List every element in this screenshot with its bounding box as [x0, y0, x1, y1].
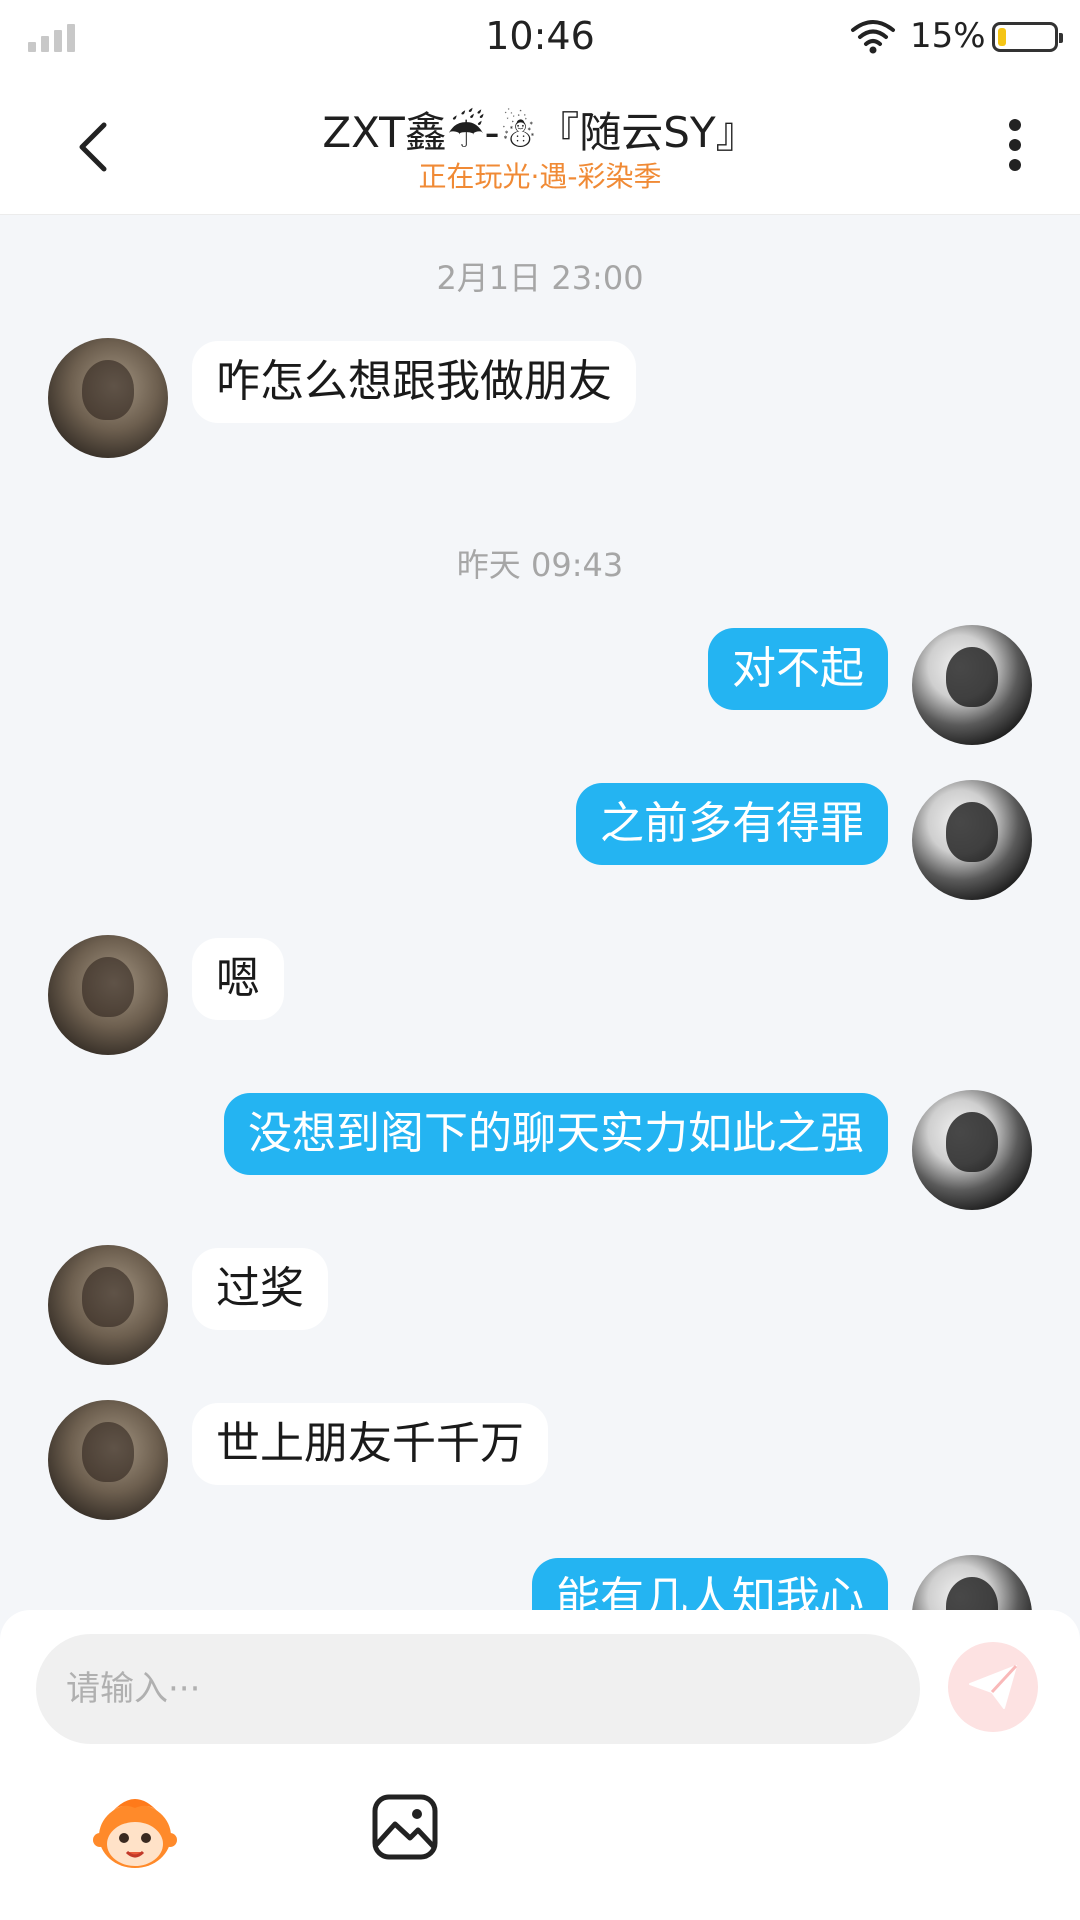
outgoing-message[interactable]: 对不起 [708, 628, 888, 710]
battery-level [998, 28, 1006, 46]
contact-avatar[interactable] [48, 935, 168, 1055]
message-list[interactable]: 2月1日 23:00 咋怎么想跟我做朋友 昨天 09:43 对不起 之前多有得罪… [0, 215, 1080, 1610]
my-avatar[interactable] [912, 1555, 1032, 1610]
incoming-message[interactable]: 世上朋友千千万 [192, 1403, 548, 1485]
message-timestamp: 2月1日 23:00 [436, 259, 644, 297]
status-bar: 10:46 15% [0, 0, 1080, 75]
incoming-message[interactable]: 嗯 [192, 938, 284, 1020]
incoming-message[interactable]: 咋怎么想跟我做朋友 [192, 341, 636, 423]
outgoing-message[interactable]: 能有几人知我心 [532, 1558, 888, 1610]
composer: 请输入··· [0, 1610, 1080, 1920]
message-timestamp: 昨天 09:43 [456, 546, 624, 584]
my-avatar[interactable] [912, 625, 1032, 745]
send-button[interactable] [948, 1642, 1038, 1732]
battery-percent: 15% [910, 16, 986, 56]
incoming-message[interactable]: 过奖 [192, 1248, 328, 1330]
my-avatar[interactable] [912, 780, 1032, 900]
battery-icon [992, 22, 1063, 52]
chat-header: ZXT鑫☔-☃『随云SY』 正在玩光·遇-彩染季 [0, 75, 1080, 215]
more-icon[interactable] [1000, 115, 1030, 175]
contact-status: 正在玩光·遇-彩染季 [418, 160, 662, 193]
emoji-icon[interactable] [92, 1788, 178, 1874]
outgoing-message[interactable]: 之前多有得罪 [576, 783, 888, 865]
wifi-icon [851, 20, 895, 54]
outgoing-message[interactable]: 没想到阁下的聊天实力如此之强 [224, 1093, 888, 1175]
image-icon[interactable] [370, 1792, 440, 1862]
back-arrow-icon[interactable] [70, 117, 118, 177]
contact-avatar[interactable] [48, 338, 168, 458]
send-icon [969, 1664, 1018, 1709]
my-avatar[interactable] [912, 1090, 1032, 1210]
contact-avatar[interactable] [48, 1245, 168, 1365]
message-input[interactable]: 请输入··· [36, 1634, 920, 1744]
contact-avatar[interactable] [48, 1400, 168, 1520]
contact-name: ZXT鑫☔-☃『随云SY』 [322, 108, 758, 157]
